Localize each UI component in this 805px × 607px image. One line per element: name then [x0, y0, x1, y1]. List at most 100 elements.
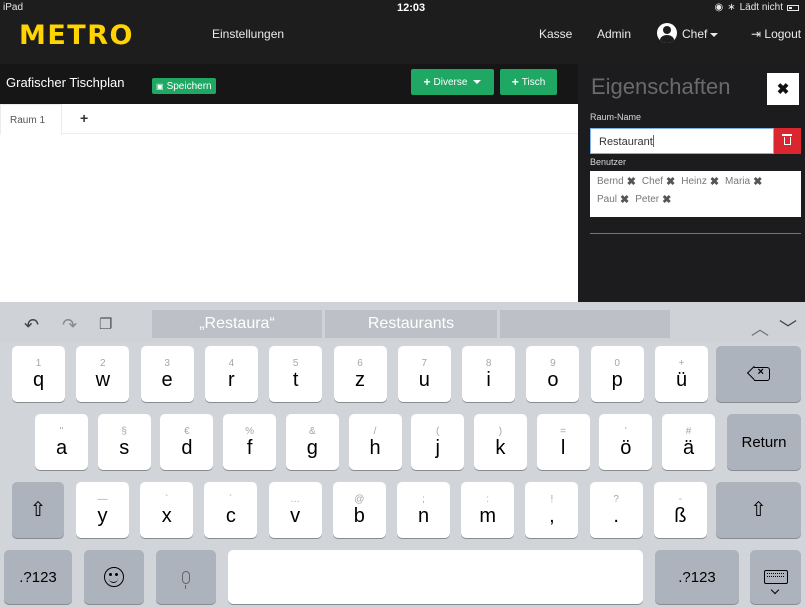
numbers-label: .?123 — [19, 568, 57, 586]
battery-icon — [787, 4, 799, 11]
misc-dropdown-button[interactable]: + Diverse — [411, 69, 494, 95]
key-row1[interactable]: 8i — [462, 346, 516, 402]
shift-left-key[interactable]: ⇧ — [12, 482, 64, 538]
user-tag[interactable]: Heinz ✖ — [681, 174, 719, 189]
hide-keyboard-key[interactable] — [750, 550, 801, 604]
key-row1[interactable]: 6z — [333, 346, 387, 402]
key-row1[interactable]: 5t — [269, 346, 323, 402]
key-secondary-char: & — [308, 425, 316, 437]
key-primary-char: b — [353, 504, 365, 527]
user-tag-label: Paul — [597, 194, 618, 205]
save-button[interactable]: ▣ Speichern — [152, 78, 216, 94]
key-secondary-char: € — [184, 425, 190, 437]
key-row1[interactable]: 4r — [204, 346, 258, 402]
key-row1[interactable]: 0p — [590, 346, 644, 402]
key-primary-char: d — [181, 436, 193, 459]
chevron-down-icon — [710, 32, 719, 37]
add-table-button[interactable]: + Tisch — [500, 69, 557, 95]
key-row2[interactable]: (j — [411, 414, 465, 470]
numbers-key-left[interactable]: .?123 — [4, 550, 72, 604]
room-tabs: Raum 1 + — [0, 104, 578, 135]
key-row2[interactable]: = l — [536, 414, 590, 470]
suggestion-1[interactable]: „Restaura“ — [152, 310, 322, 338]
key-secondary-char: ) — [498, 425, 503, 437]
key-primary-char: ä — [682, 436, 695, 459]
close-panel-button[interactable]: ✖ — [767, 73, 799, 105]
user-menu-dropdown[interactable]: Chef — [682, 27, 719, 41]
key-row2[interactable]: / h — [348, 414, 402, 470]
chevron-down-icon[interactable]: ﹀ — [779, 315, 797, 341]
nav-checkout-link[interactable]: Kasse — [539, 27, 572, 41]
key-row1[interactable]: 1q — [12, 346, 65, 402]
delete-room-button[interactable] — [774, 128, 801, 154]
key-row3[interactable]: — y — [76, 482, 129, 538]
user-tag[interactable]: Peter ✖ — [635, 192, 671, 207]
chevron-up-icon[interactable]: ︿ — [751, 315, 769, 341]
undo-icon[interactable]: ↶ — [24, 315, 39, 336]
user-tag[interactable]: Paul ✖ — [597, 192, 629, 207]
key-row1[interactable]: 9o — [526, 346, 580, 402]
key-secondary-char: ! — [550, 493, 554, 505]
key-row3[interactable]: !, — [525, 482, 579, 538]
key-row1[interactable]: 7u — [397, 346, 451, 402]
nav-admin-link[interactable]: Admin — [597, 27, 631, 41]
key-row3[interactable]: :m — [461, 482, 515, 538]
key-row2[interactable]: § s — [97, 414, 151, 470]
remove-tag-icon[interactable]: ✖ — [662, 193, 671, 206]
emoji-key[interactable] — [84, 550, 144, 604]
user-tag[interactable]: Bernd ✖ — [597, 174, 636, 189]
paste-icon[interactable]: ❐ — [99, 315, 112, 333]
key-row2[interactable]: ) k — [473, 414, 527, 470]
dictation-key[interactable] — [156, 550, 216, 604]
add-room-button[interactable]: + — [80, 110, 88, 126]
key-row2[interactable]: # ä — [662, 414, 715, 470]
remove-tag-icon[interactable]: ✖ — [753, 175, 762, 188]
remove-tag-icon[interactable]: ✖ — [620, 193, 629, 206]
key-row3[interactable]: ?. — [589, 482, 643, 538]
key-row1[interactable]: + ü — [655, 346, 708, 402]
key-row3[interactable]: ´ c — [204, 482, 258, 538]
remove-tag-icon[interactable]: ✖ — [710, 175, 719, 188]
key-primary-char: i — [486, 368, 491, 391]
tab-room-1[interactable]: Raum 1 — [0, 104, 62, 135]
key-row3[interactable]: ; n — [397, 482, 450, 538]
text-cursor — [652, 135, 654, 147]
return-key[interactable]: Return — [727, 414, 801, 470]
key-row3[interactable]: -ß — [653, 482, 707, 538]
status-clock: 12:03 — [397, 2, 426, 14]
numbers-key-right[interactable]: .?123 — [655, 550, 739, 604]
suggestion-2[interactable]: Restaurants — [325, 310, 497, 338]
space-key[interactable] — [228, 550, 643, 604]
metro-logo[interactable]: METRO — [19, 20, 134, 51]
key-row1[interactable]: 3e — [140, 346, 194, 402]
key-row3[interactable]: @ b — [332, 482, 386, 538]
key-secondary-char: : — [486, 493, 490, 505]
key-row2[interactable]: ' ö — [599, 414, 653, 470]
key-secondary-char: § — [121, 425, 127, 437]
page-title: Grafischer Tischplan — [6, 75, 125, 90]
key-row2[interactable]: " a — [35, 414, 88, 470]
nav-settings-link[interactable]: Einstellungen — [212, 27, 284, 41]
room-name-label: Raum-Name — [590, 112, 642, 122]
remove-tag-icon[interactable]: ✖ — [666, 175, 675, 188]
key-row3[interactable]: ` x — [140, 482, 194, 538]
users-tag-input[interactable]: Bernd ✖ Chef ✖ Heinz ✖ Maria ✖ Paul ✖ Peter ✖ — [590, 171, 801, 217]
numbers-label: .?123 — [678, 568, 716, 586]
backspace-key[interactable]: × — [716, 346, 801, 402]
suggestion-3[interactable] — [500, 310, 670, 338]
user-tag[interactable]: Maria ✖ — [725, 174, 762, 189]
close-icon: ✖ — [776, 81, 790, 98]
remove-tag-icon[interactable]: ✖ — [627, 175, 636, 188]
redo-icon[interactable]: ↷ — [62, 315, 77, 336]
key-row2[interactable]: € d — [160, 414, 214, 470]
key-secondary-char: … — [290, 493, 301, 505]
floorplan-canvas[interactable]: Raum 1 + — [0, 104, 578, 302]
key-row2[interactable]: & g — [285, 414, 339, 470]
key-row3[interactable]: … v — [268, 482, 322, 538]
key-row1[interactable]: 2w — [76, 346, 130, 402]
shift-right-key[interactable]: ⇧ — [716, 482, 801, 538]
logout-link[interactable]: ⇥ Logout — [751, 27, 801, 41]
user-tag[interactable]: Chef ✖ — [642, 174, 675, 189]
key-row2[interactable]: % f — [223, 414, 277, 470]
room-name-input[interactable]: Restaurant — [590, 128, 774, 154]
